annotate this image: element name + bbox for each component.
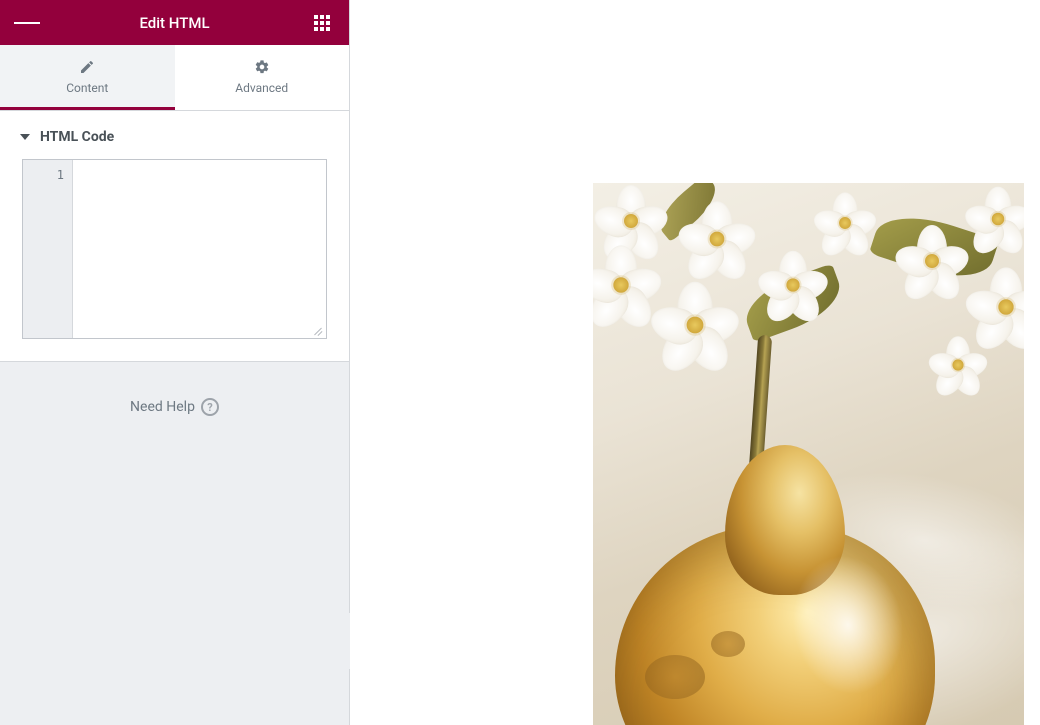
section-html-code: HTML Code 1: [0, 111, 349, 362]
section-toggle[interactable]: HTML Code: [0, 111, 349, 159]
need-help-label: Need Help: [130, 399, 195, 415]
panel-tabs: Content Advanced: [0, 45, 349, 111]
html-code-editor[interactable]: 1: [22, 159, 327, 339]
resize-handle[interactable]: [313, 325, 323, 335]
caret-down-icon: [20, 134, 30, 140]
tab-advanced-label: Advanced: [235, 81, 288, 95]
tab-content[interactable]: Content: [0, 45, 175, 110]
section-title: HTML Code: [40, 129, 114, 145]
panel-header: Edit HTML: [0, 0, 349, 45]
help-icon: ?: [201, 398, 219, 416]
menu-icon[interactable]: [14, 10, 40, 36]
widgets-grid-icon[interactable]: [309, 10, 335, 36]
line-number: 1: [23, 166, 64, 184]
panel-title: Edit HTML: [40, 14, 309, 32]
gear-icon: [254, 59, 270, 75]
pencil-icon: [79, 59, 95, 75]
preview-image: [593, 183, 1024, 725]
code-gutter: 1: [23, 160, 73, 338]
tab-advanced[interactable]: Advanced: [175, 45, 350, 110]
need-help-link[interactable]: Need Help ?: [0, 362, 349, 452]
code-textarea[interactable]: [73, 160, 326, 338]
editor-panel: Edit HTML Content Advanced HTML Code: [0, 0, 350, 725]
preview-canvas[interactable]: [350, 0, 1040, 725]
tab-content-label: Content: [66, 81, 108, 95]
